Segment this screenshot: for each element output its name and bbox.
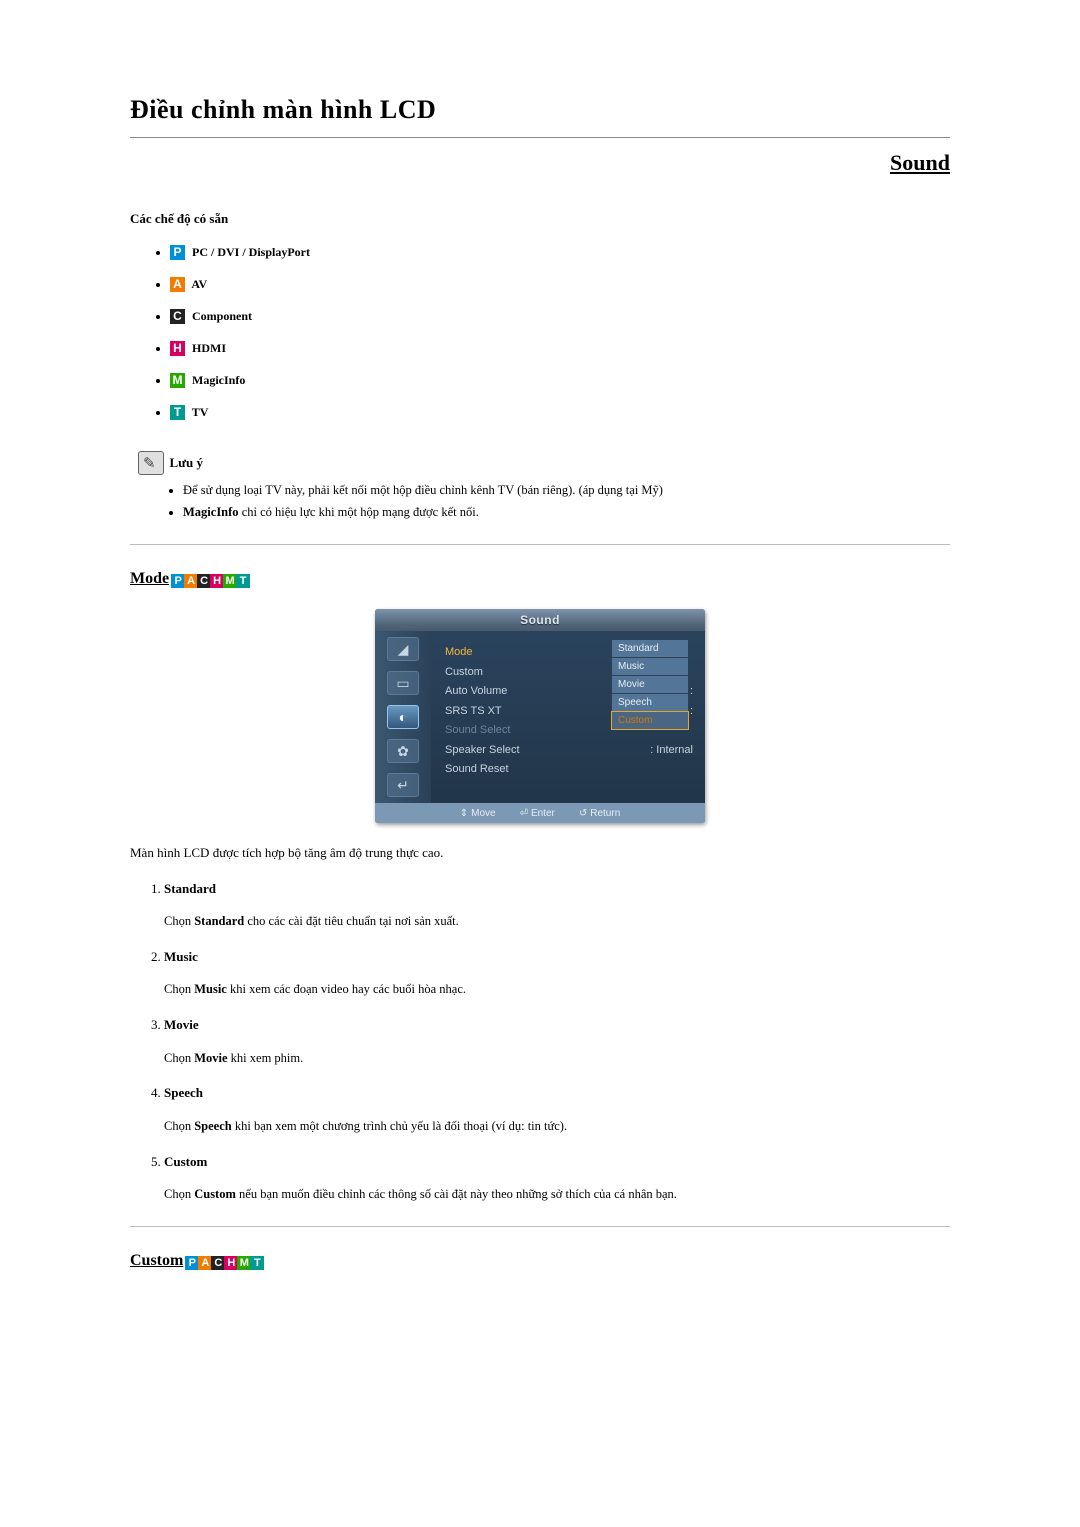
osd-sub-movie: Movie <box>611 675 689 694</box>
m-icon: M <box>237 1256 251 1270</box>
mode-item-hdmi: H HDMI <box>170 339 950 357</box>
note-item: MagicInfo chỉ có hiệu lực khi một hộp mạ… <box>183 503 950 522</box>
osd-row-srs: SRS TS XT <box>445 703 502 720</box>
option-speech: Speech Chọn Speech khi bạn xem một chươn… <box>164 1083 950 1135</box>
modes-heading: Các chế độ có sẵn <box>130 209 950 229</box>
osd-row-soundselect: Sound Select <box>445 722 510 739</box>
mode-label: AV <box>191 277 207 291</box>
mode-item-tv: T TV <box>170 403 950 421</box>
divider <box>130 544 950 545</box>
p-icon: P <box>170 245 185 260</box>
intro-text: Màn hình LCD được tích hợp bộ tăng âm độ… <box>130 843 950 863</box>
options-list: Standard Chọn Standard cho các cài đặt t… <box>164 879 950 1204</box>
picture-icon: ◢ <box>387 637 419 661</box>
a-icon: A <box>184 574 198 588</box>
badge-strip: PACHMT <box>185 1251 263 1275</box>
osd-titlebar: Sound <box>375 609 705 631</box>
osd-screenshot: Sound ◢ ▭ ◐ ✿ ↵ Mode Custom Auto Volume:… <box>375 609 705 823</box>
note-list: Để sử dụng loại TV này, phải kết nối một… <box>183 481 950 523</box>
a-icon: A <box>198 1256 212 1270</box>
mode-label: PC / DVI / DisplayPort <box>192 245 310 259</box>
mode-item-component: C Component <box>170 307 950 325</box>
badge-strip: PACHMT <box>171 569 249 593</box>
mode-item-pc: P PC / DVI / DisplayPort <box>170 243 950 261</box>
t-icon: T <box>250 1256 264 1270</box>
osd-sub-music: Music <box>611 657 689 676</box>
option-custom: Custom Chọn Custom nếu bạn muốn điều chỉ… <box>164 1152 950 1204</box>
osd-sidebar: ◢ ▭ ◐ ✿ ↵ <box>375 631 431 803</box>
modes-list: P PC / DVI / DisplayPort A AV C Componen… <box>170 243 950 421</box>
note-title: Lưu ý <box>170 455 203 470</box>
exit-icon: ↵ <box>387 773 419 797</box>
c-icon: C <box>197 574 211 588</box>
option-music: Music Chọn Music khi xem các đoạn video … <box>164 947 950 999</box>
osd-main: Mode Custom Auto Volume: SRS TS XT: Soun… <box>431 631 705 803</box>
mode-section-title: Mode PACHMT <box>130 567 950 593</box>
divider <box>130 1226 950 1227</box>
h-icon: H <box>224 1256 238 1270</box>
mode-label: Component <box>192 309 252 323</box>
mode-label: TV <box>192 405 209 419</box>
p-icon: P <box>171 574 185 588</box>
osd-submenu: Standard Music Movie Speech Custom <box>611 639 689 729</box>
note-block: Lưu ý Để sử dụng loại TV này, phải kết n… <box>138 451 950 523</box>
h-icon: H <box>170 341 185 356</box>
mode-item-av: A AV <box>170 275 950 293</box>
h-icon: H <box>210 574 224 588</box>
custom-section-title: Custom PACHMT <box>130 1249 950 1275</box>
mode-label: HDMI <box>192 341 226 355</box>
note-item: Để sử dụng loại TV này, phải kết nối một… <box>183 481 950 500</box>
osd-row-custom: Custom <box>445 664 483 681</box>
osd-sub-speech: Speech <box>611 693 689 712</box>
c-icon: C <box>170 309 185 324</box>
osd-footer-move: ⇕Move <box>460 806 496 821</box>
osd-row-speakerselect: Speaker Select <box>445 742 520 759</box>
t-icon: T <box>236 574 250 588</box>
osd-title: Sound <box>520 611 560 629</box>
mode-label: MagicInfo <box>192 373 245 387</box>
option-standard: Standard Chọn Standard cho các cài đặt t… <box>164 879 950 931</box>
osd-sub-standard: Standard <box>611 639 689 658</box>
m-icon: M <box>223 574 237 588</box>
osd-row-autovol: Auto Volume <box>445 683 507 700</box>
osd-row-mode: Mode <box>445 644 473 661</box>
osd-footer: ⇕Move ⏎Enter ↺Return <box>375 803 705 823</box>
note-icon <box>138 451 164 475</box>
c-icon: C <box>211 1256 225 1270</box>
sound-icon: ◐ <box>387 705 419 729</box>
p-icon: P <box>185 1256 199 1270</box>
osd-row-reset: Sound Reset <box>445 761 509 778</box>
t-icon: T <box>170 405 185 420</box>
page-title: Điều chỉnh màn hình LCD <box>130 90 950 129</box>
m-icon: M <box>170 373 185 388</box>
divider <box>130 137 950 138</box>
option-movie: Movie Chọn Movie khi xem phim. <box>164 1015 950 1067</box>
osd-sub-custom: Custom <box>611 711 689 730</box>
osd-footer-enter: ⏎Enter <box>520 806 555 821</box>
osd-footer-return: ↺Return <box>579 806 620 821</box>
a-icon: A <box>170 277 185 292</box>
screen-icon: ▭ <box>387 671 419 695</box>
mode-item-magicinfo: M MagicInfo <box>170 371 950 389</box>
setup-icon: ✿ <box>387 739 419 763</box>
section-subtitle: Sound <box>130 146 950 179</box>
